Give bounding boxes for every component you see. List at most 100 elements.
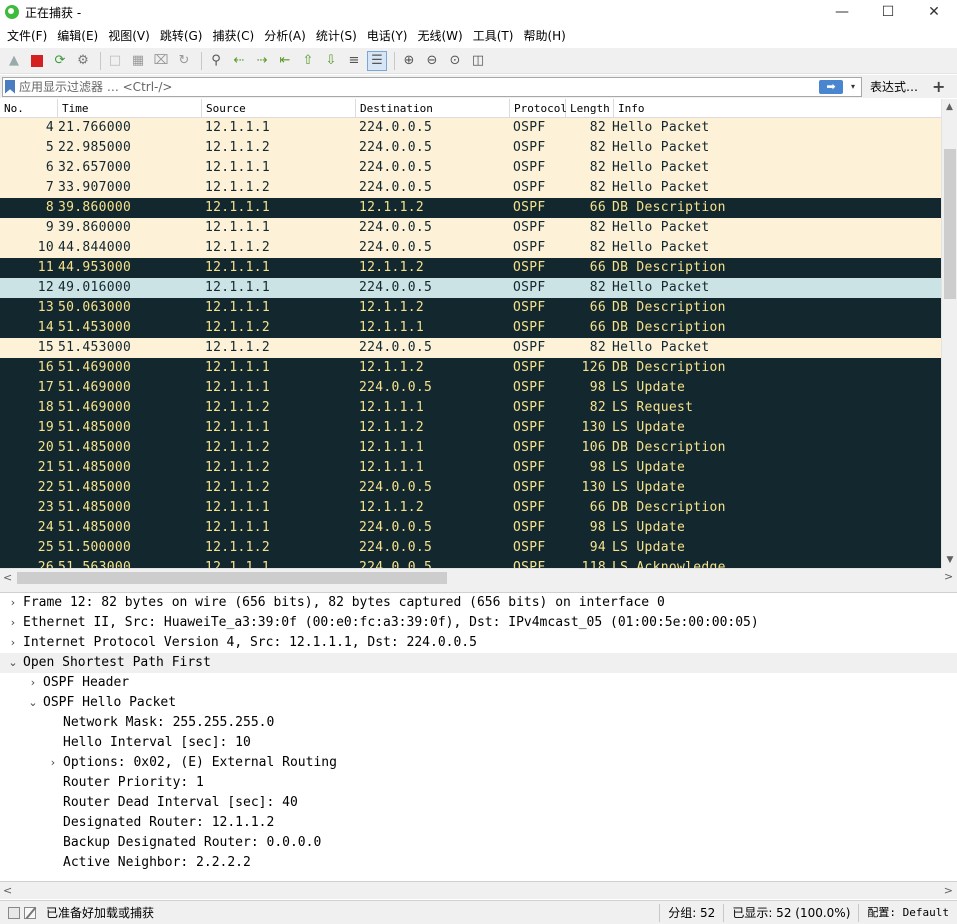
detail-tree-item[interactable]: › Ethernet II, Src: HuaweiTe_a3:39:0f (00… (0, 613, 957, 633)
packet-row[interactable]: 23 51.485000 12.1.1.1 12.1.1.2 OSPF 66 DB Desc… (0, 498, 941, 518)
detail-tree-item[interactable]: ⌄ Open Shortest Path First (0, 653, 957, 673)
packet-row[interactable]: 21 51.485000 12.1.1.2 12.1.1.1 OSPF 98 LS Upda… (0, 458, 941, 478)
packet-row[interactable]: 7 33.907000 12.1.1.2 224.0.0.5 OSPF 82 Hello P… (0, 178, 941, 198)
detail-tree-item[interactable]: › OSPF Header (0, 673, 957, 693)
back-icon[interactable]: ⇠ (229, 51, 249, 71)
colorize-icon[interactable]: ☰ (367, 50, 387, 71)
add-filter-button[interactable]: + (932, 77, 945, 96)
display-filter-input[interactable] (19, 79, 799, 94)
find-icon[interactable]: ⚲ (206, 51, 226, 71)
packet-row[interactable]: 12 49.016000 12.1.1.1 224.0.0.5 OSPF 82 Hello … (0, 278, 941, 298)
detail-tree-item[interactable]: Router Dead Interval [sec]: 40 (0, 793, 957, 813)
scroll-right-icon[interactable]: > (941, 570, 953, 583)
menu-view[interactable]: 视图(V) (103, 24, 155, 48)
menu-capture[interactable]: 捕获(C) (207, 24, 259, 48)
packet-row[interactable]: 19 51.485000 12.1.1.1 12.1.1.2 OSPF 130 LS Upd… (0, 418, 941, 438)
reload-icon[interactable]: ↻ (174, 51, 194, 71)
packet-list-vscroll[interactable]: ▲ ▼ (941, 99, 957, 568)
scroll-left-icon[interactable]: < (3, 882, 12, 900)
expand-toggle-icon[interactable]: › (6, 633, 20, 653)
options-icon[interactable]: ⚙ (73, 51, 93, 71)
column-header-info[interactable]: Info (614, 99, 941, 118)
autoscroll-icon[interactable]: ≡ (344, 51, 364, 71)
menu-tools[interactable]: 工具(T) (468, 24, 519, 48)
packet-row[interactable]: 20 51.485000 12.1.1.2 12.1.1.1 OSPF 106 DB Des… (0, 438, 941, 458)
first-icon[interactable]: ⇧ (298, 51, 318, 71)
scroll-up-icon[interactable]: ▲ (942, 99, 957, 115)
expand-toggle-icon[interactable]: › (6, 593, 20, 613)
packet-row[interactable]: 6 32.657000 12.1.1.1 224.0.0.5 OSPF 82 Hello P… (0, 158, 941, 178)
column-header-protocol[interactable]: Protocol (510, 99, 567, 118)
expand-toggle-icon[interactable]: › (46, 753, 60, 773)
packet-row[interactable]: 5 22.985000 12.1.1.2 224.0.0.5 OSPF 82 Hello P… (0, 138, 941, 158)
profile-label[interactable]: 配置: Default (858, 904, 957, 922)
detail-tree-item[interactable]: Designated Router: 12.1.1.2 (0, 813, 957, 833)
capture-comment-icon[interactable] (24, 906, 36, 919)
column-header-length[interactable]: Length (566, 99, 614, 118)
menu-statistics[interactable]: 统计(S) (311, 24, 362, 48)
maximize-button[interactable]: ☐ (865, 0, 911, 24)
detail-tree-item[interactable]: › Options: 0x02, (E) External Routing (0, 753, 957, 773)
column-header-destination[interactable]: Destination (356, 99, 510, 118)
zoom-in-icon[interactable]: ⊕ (399, 51, 419, 71)
open-icon[interactable]: □ (105, 51, 125, 71)
apply-filter-button[interactable]: ➡ (819, 79, 843, 94)
packet-row[interactable]: 18 51.469000 12.1.1.2 12.1.1.1 OSPF 82 LS Requ… (0, 398, 941, 418)
menu-file[interactable]: 文件(F) (2, 24, 52, 48)
close-button[interactable]: ✕ (911, 0, 957, 24)
detail-tree-item[interactable]: Router Priority: 1 (0, 773, 957, 793)
forward-icon[interactable]: ⇢ (252, 51, 272, 71)
minimize-button[interactable]: — (819, 0, 865, 24)
packet-row[interactable]: 16 51.469000 12.1.1.1 12.1.1.2 OSPF 126 DB Des… (0, 358, 941, 378)
hscroll-thumb[interactable] (17, 572, 447, 584)
packet-row[interactable]: 4 21.766000 12.1.1.1 224.0.0.5 OSPF 82 Hello P… (0, 118, 941, 138)
column-header-source[interactable]: Source (202, 99, 356, 118)
detail-tree-item[interactable]: Backup Designated Router: 0.0.0.0 (0, 833, 957, 853)
pane-splitter[interactable] (0, 586, 957, 593)
bookmark-icon[interactable] (5, 79, 15, 94)
scroll-right-icon[interactable]: > (944, 882, 953, 900)
detail-tree-item[interactable]: › Internet Protocol Version 4, Src: 12.1.… (0, 633, 957, 653)
goto-icon[interactable]: ⇤ (275, 51, 295, 71)
stop-icon[interactable] (27, 51, 47, 71)
zoom-reset-icon[interactable]: ⊙ (445, 51, 465, 71)
packet-row[interactable]: 8 39.860000 12.1.1.1 12.1.1.2 OSPF 66 DB Descr… (0, 198, 941, 218)
scroll-thumb[interactable] (944, 149, 956, 299)
packet-row[interactable]: 22 51.485000 12.1.1.2 224.0.0.5 OSPF 130 LS Up… (0, 478, 941, 498)
details-hscroll[interactable]: < > (0, 881, 957, 899)
menu-wireless[interactable]: 无线(W) (413, 24, 468, 48)
expand-toggle-icon[interactable]: ⌄ (6, 653, 20, 673)
menu-help[interactable]: 帮助(H) (518, 24, 570, 48)
detail-tree-item[interactable]: ⌄ OSPF Hello Packet (0, 693, 957, 713)
expand-toggle-icon[interactable]: › (6, 613, 20, 633)
shark-fin-icon[interactable]: ▲ (4, 51, 24, 71)
last-icon[interactable]: ⇩ (321, 51, 341, 71)
detail-tree-item[interactable]: › Frame 12: 82 bytes on wire (656 bits), … (0, 593, 957, 613)
detail-tree-item[interactable]: Hello Interval [sec]: 10 (0, 733, 957, 753)
save-icon[interactable]: ▦ (128, 51, 148, 71)
packet-row[interactable]: 15 51.453000 12.1.1.2 224.0.0.5 OSPF 82 Hello … (0, 338, 941, 358)
close-file-icon[interactable]: ⌧ (151, 51, 171, 71)
menu-telephony[interactable]: 电话(Y) (362, 24, 413, 48)
column-header-time[interactable]: Time (58, 99, 202, 118)
detail-tree-item[interactable]: Network Mask: 255.255.255.0 (0, 713, 957, 733)
column-header-no[interactable]: No. (0, 99, 58, 118)
packet-row[interactable]: 17 51.469000 12.1.1.1 224.0.0.5 OSPF 98 LS Upd… (0, 378, 941, 398)
detail-tree-item[interactable]: Active Neighbor: 2.2.2.2 (0, 853, 957, 873)
packet-list-hscroll[interactable]: < (0, 568, 941, 586)
packet-row[interactable]: 11 44.953000 12.1.1.1 12.1.1.2 OSPF 66 DB Desc… (0, 258, 941, 278)
packet-row[interactable]: 14 51.453000 12.1.1.2 12.1.1.1 OSPF 66 DB Desc… (0, 318, 941, 338)
expand-toggle-icon[interactable]: ⌄ (26, 693, 40, 713)
menu-edit[interactable]: 编辑(E) (52, 24, 103, 48)
packet-row[interactable]: 24 51.485000 12.1.1.1 224.0.0.5 OSPF 98 LS Upd… (0, 518, 941, 538)
packet-row[interactable]: 25 51.500000 12.1.1.2 224.0.0.5 OSPF 94 LS Upd… (0, 538, 941, 558)
scroll-down-icon[interactable]: ▼ (942, 552, 957, 568)
packet-row[interactable]: 10 44.844000 12.1.1.2 224.0.0.5 OSPF 82 Hello … (0, 238, 941, 258)
menu-go[interactable]: 跳转(G) (155, 24, 208, 48)
packet-row[interactable]: 13 50.063000 12.1.1.1 12.1.1.2 OSPF 66 DB Desc… (0, 298, 941, 318)
filter-dropdown-icon[interactable]: ▾ (847, 80, 859, 94)
scroll-left-icon[interactable]: < (3, 569, 12, 587)
expert-info-icon[interactable] (8, 906, 20, 919)
packet-row[interactable]: 26 51.563000 12.1.1.1 224.0.0.5 OSPF 118 LS Ac… (0, 558, 941, 568)
expand-toggle-icon[interactable]: › (26, 673, 40, 693)
